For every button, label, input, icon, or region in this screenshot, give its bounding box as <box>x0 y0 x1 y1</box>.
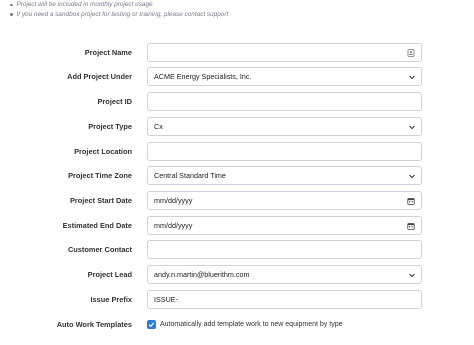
chevron-down-icon <box>409 174 415 179</box>
issue-prefix-label: Issue Prefix <box>90 295 133 304</box>
project-location-row: Project Location <box>0 142 474 161</box>
add-project-under-select[interactable]: ACME Energy Specialists, Inc. <box>147 67 422 86</box>
add-project-under-row: Add Project Under ACME Energy Specialist… <box>0 67 474 86</box>
auto-work-templates-row: Auto Work Templates Automatically add te… <box>0 315 474 334</box>
project-lead-value: andy.n.martin@bluerithm.com <box>154 270 250 279</box>
project-time-zone-select[interactable]: Central Standard Time <box>147 166 422 185</box>
notes-list: Project will be included in monthly proj… <box>10 0 228 19</box>
project-start-date-row: Project Start Date mm/dd/yyyy <box>0 191 474 210</box>
auto-work-templates-text: Automatically add template work to new e… <box>160 321 343 328</box>
project-lead-select[interactable]: andy.n.martin@bluerithm.com <box>147 265 422 284</box>
project-name-label: Project Name <box>84 48 132 57</box>
chevron-down-icon <box>409 125 415 130</box>
note-text: If you need a sandbox project for testin… <box>16 10 229 18</box>
auto-work-templates-label: Auto Work Templates <box>56 320 132 329</box>
issue-prefix-value: ISSUE- <box>154 295 178 304</box>
project-type-select[interactable]: Cx <box>147 117 422 136</box>
add-project-under-label: Add Project Under <box>67 72 132 81</box>
add-project-under-value: ACME Energy Specialists, Inc. <box>154 72 252 81</box>
checkmark-icon <box>148 322 155 328</box>
bullet-icon <box>10 3 13 6</box>
auto-work-templates-option: Automatically add template work to new e… <box>147 318 343 331</box>
chevron-down-icon <box>409 75 415 80</box>
project-start-date-placeholder: mm/dd/yyyy <box>154 196 193 205</box>
auto-work-templates-checkbox[interactable] <box>147 320 156 329</box>
project-time-zone-row: Project Time Zone Central Standard Time <box>0 166 474 185</box>
bullet-icon <box>10 13 13 16</box>
project-lead-label: Project Lead <box>87 270 132 279</box>
note-text: Project will be included in monthly proj… <box>16 1 153 8</box>
customer-contact-input[interactable] <box>147 240 422 259</box>
calendar-icon[interactable] <box>407 197 415 205</box>
note-item: If you need a sandbox project for testin… <box>10 10 228 20</box>
note-item: Project will be included in monthly proj… <box>10 0 228 10</box>
project-lead-row: Project Lead andy.n.martin@bluerithm.com <box>0 265 474 284</box>
customer-contact-row: Customer Contact <box>0 240 474 259</box>
project-id-row: Project ID <box>0 92 474 111</box>
customer-contact-label: Customer Contact <box>67 245 132 254</box>
project-id-input[interactable] <box>147 92 422 111</box>
project-name-input[interactable] <box>147 43 422 62</box>
estimated-end-date-placeholder: mm/dd/yyyy <box>154 221 193 230</box>
project-start-date-label: Project Start Date <box>69 196 132 205</box>
project-type-label: Project Type <box>88 122 132 131</box>
chevron-down-icon <box>409 273 415 278</box>
project-type-value: Cx <box>154 122 163 131</box>
issue-prefix-input[interactable]: ISSUE- <box>147 290 422 309</box>
project-start-date-input[interactable]: mm/dd/yyyy <box>147 191 422 210</box>
project-id-label: Project ID <box>97 97 133 106</box>
project-name-row: Project Name <box>0 43 474 62</box>
estimated-end-date-row: Estimated End Date mm/dd/yyyy <box>0 216 474 235</box>
contact-card-icon[interactable] <box>407 49 415 57</box>
project-type-row: Project Type Cx <box>0 117 474 136</box>
project-location-input[interactable] <box>147 142 422 161</box>
issue-prefix-row: Issue Prefix ISSUE- <box>0 290 474 309</box>
project-time-zone-value: Central Standard Time <box>154 171 226 180</box>
calendar-icon[interactable] <box>407 222 415 230</box>
estimated-end-date-label: Estimated End Date <box>62 221 132 230</box>
estimated-end-date-input[interactable]: mm/dd/yyyy <box>147 216 422 235</box>
project-location-label: Project Location <box>74 147 132 156</box>
project-time-zone-label: Project Time Zone <box>68 171 132 180</box>
